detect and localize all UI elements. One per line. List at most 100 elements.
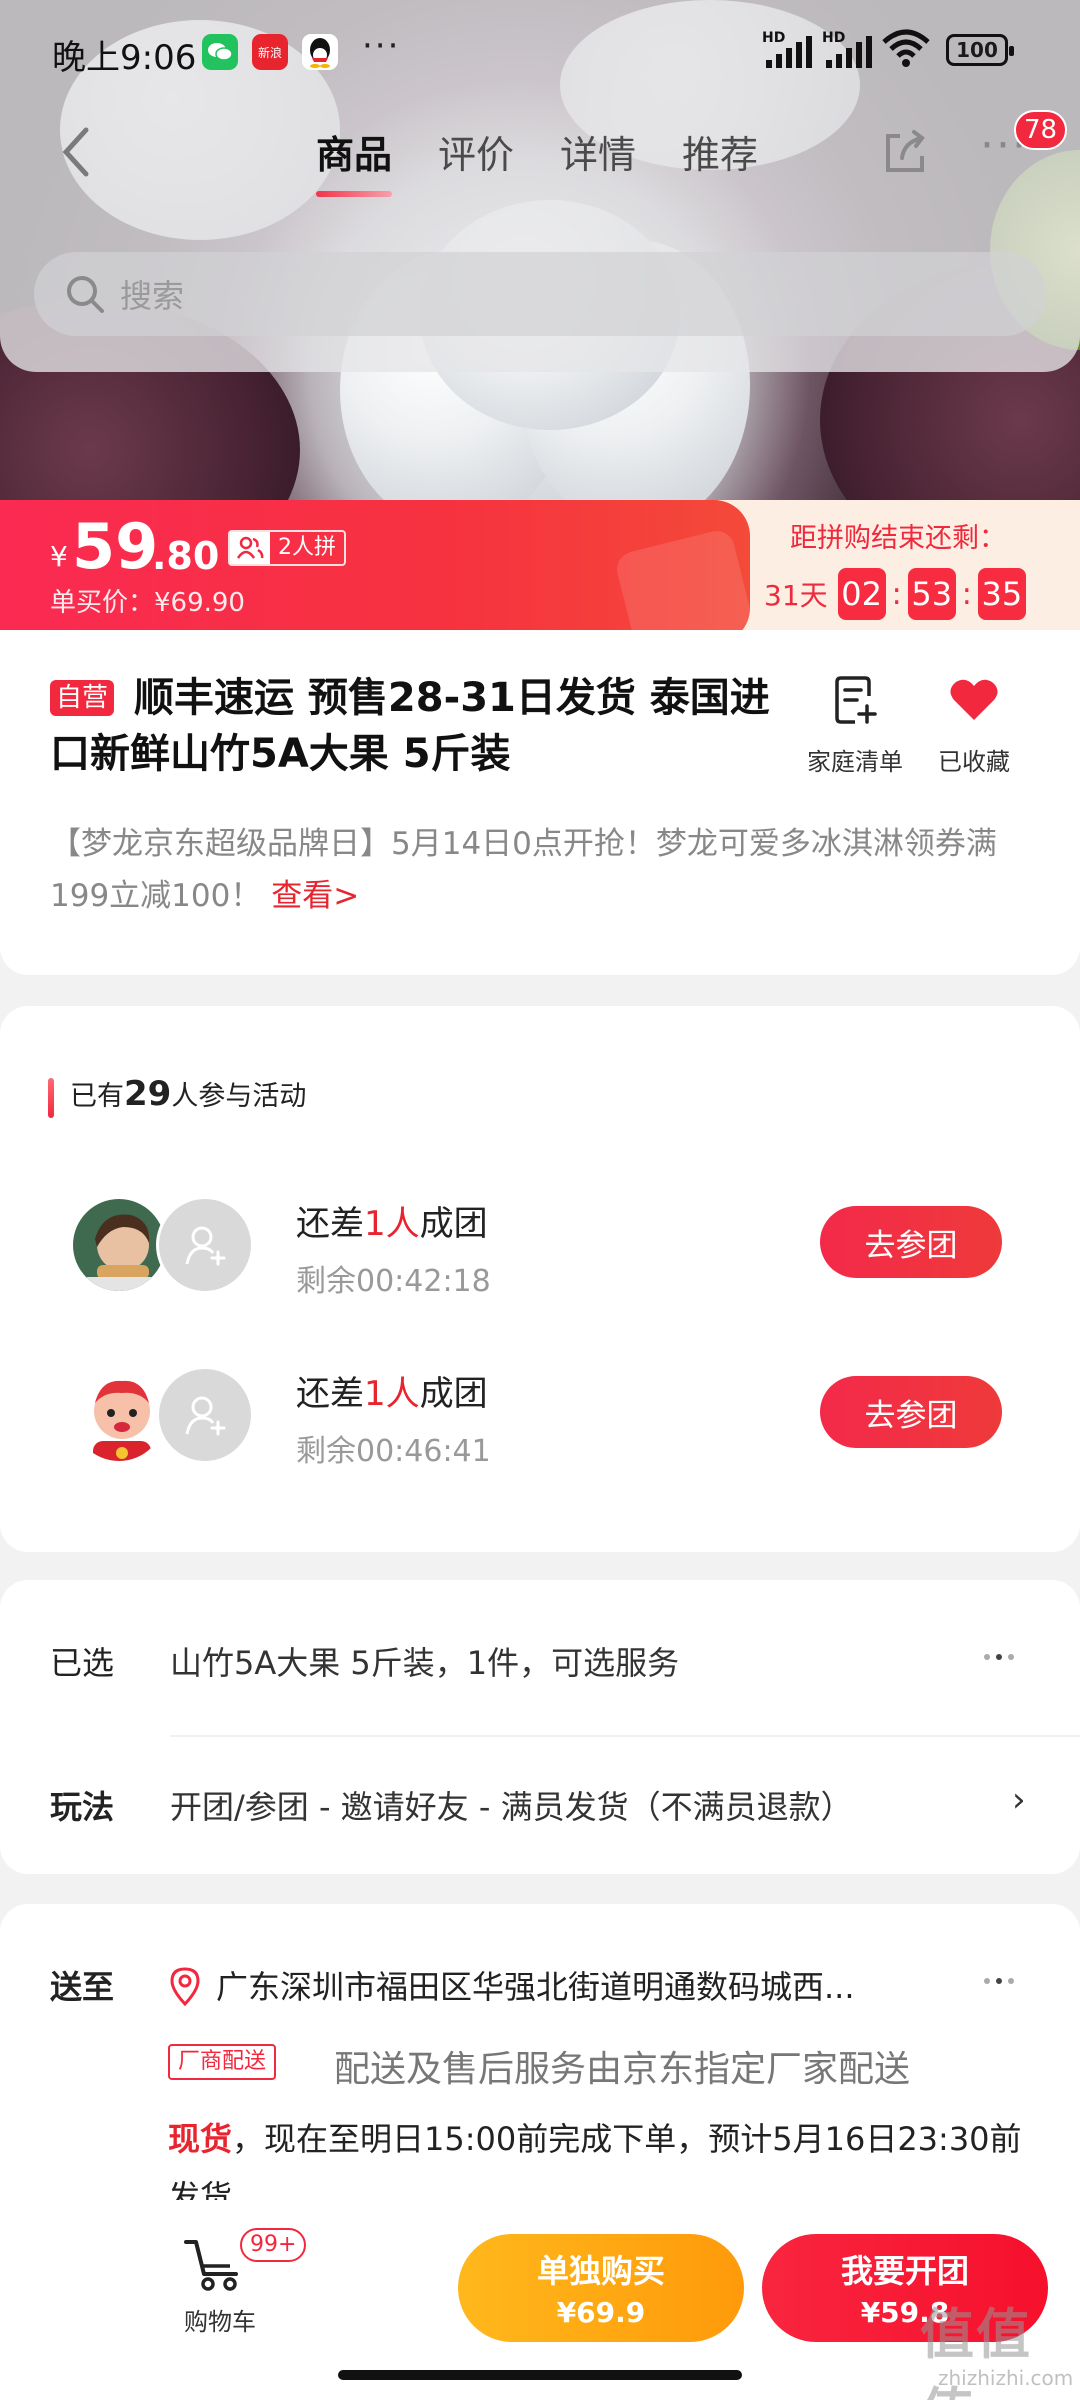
shopping-bag-icon	[613, 527, 750, 644]
need-prefix: 还差	[296, 1374, 364, 1414]
family-list-label: 家庭清单	[807, 748, 903, 776]
add-user-icon	[185, 1226, 226, 1266]
cart-badge: 99+	[240, 2228, 307, 2262]
selected-value: 山竹5A大果 5斤装，1件，可选服务	[170, 1644, 680, 1682]
location-pin-icon	[170, 1967, 200, 2006]
countdown-title: 距拼购结束还剩：	[790, 523, 1006, 554]
buy-alone-label: 单独购买	[536, 2252, 665, 2290]
single-price: 单买价：¥69.90	[50, 588, 245, 618]
cart-icon: 99+	[182, 2228, 307, 2292]
tab-details[interactable]: 详情	[560, 124, 636, 197]
promo-body: 【梦龙京东超级品牌日】5月14日0点开抢！梦龙可爱多冰淇淋领券满199立减100…	[50, 826, 997, 914]
empty-slot-avatar	[156, 1366, 254, 1464]
search-icon	[67, 276, 104, 313]
share-icon[interactable]	[880, 126, 930, 176]
family-list-button[interactable]: 家庭清单	[800, 674, 910, 777]
need-suffix: 成团	[419, 1204, 488, 1244]
stock-status: 现货	[168, 2120, 233, 2158]
heart-icon	[950, 679, 998, 720]
signal-icon-2	[826, 34, 872, 68]
price-panel: ¥ 59 .80 2人拼 单买价：¥69.90	[0, 500, 750, 644]
product-page: { "status_bar": { "time": "晚上9:06", "bat…	[0, 0, 1080, 2400]
signal-icon-1	[766, 34, 812, 68]
need-prefix: 还差	[296, 1204, 364, 1244]
buy-alone-price: ¥69.9	[556, 2296, 646, 2329]
family-list-icon	[835, 676, 877, 724]
team-remaining-time: 剩余00:46:41	[296, 1434, 491, 1469]
add-user-icon	[185, 1396, 226, 1436]
xinlang-news-icon: 新浪	[252, 34, 288, 70]
group-buy-card: 已有29人参与活动 还差1人成团 剩余00:42:18 去参团 还差1人成团 剩…	[0, 1006, 1080, 1552]
avatar	[70, 1196, 168, 1294]
countdown: 距拼购结束还剩： 31天 02 : 53 : 35	[760, 500, 1080, 644]
join-team-button[interactable]: 去参团	[820, 1376, 1002, 1448]
nav-tabs: 商品 评价 详情 推荐	[316, 124, 758, 197]
countdown-hours: 02	[837, 568, 886, 620]
manufacturer-delivery-tag: 厂商配送	[168, 2044, 277, 2080]
team-need-text: 还差1人成团	[296, 1196, 488, 1245]
top-nav: 商品 评价 详情 推荐 ··· 78	[0, 110, 1080, 200]
countdown-timer: 31天 02 : 53 : 35	[764, 568, 1026, 620]
qq-icon	[302, 34, 338, 70]
start-group-label: 我要开团	[840, 2252, 969, 2290]
price-integer: 59	[72, 510, 159, 583]
selection-card: 已选 山竹5A大果 5斤装，1件，可选服务 玩法 开团/参团 - 邀请好友 - …	[0, 1580, 1080, 1874]
countdown-seconds: 35	[977, 568, 1026, 620]
team-row: 还差1人成团 剩余00:46:41 去参团	[0, 1366, 1080, 1476]
product-info-card: 顺丰速运 预售28-31日发货 泰国进口新鲜山竹5A大果 5斤装 自营 家庭清单…	[0, 630, 1080, 975]
group-size-label: 2人拼	[278, 535, 336, 560]
self-operated-tag: 自营	[50, 680, 115, 716]
battery-icon: 100	[946, 34, 1014, 66]
wifi-icon	[882, 29, 930, 67]
price-bar: ¥ 59 .80 2人拼 单买价：¥69.90 距拼购结束还剩： 31天 02 …	[0, 500, 1080, 644]
countdown-minutes: 53	[907, 568, 956, 620]
countdown-days: 31天	[764, 579, 828, 612]
tab-product[interactable]: 商品	[316, 124, 393, 197]
chevron-right-icon[interactable]: ›	[1012, 1780, 1026, 1820]
join-team-button[interactable]: 去参团	[820, 1206, 1002, 1278]
watermark-site: zhizhizhi.com	[938, 2366, 1074, 2390]
delivery-address[interactable]: 广东深圳市福田区华强北街道明通数码城西...	[216, 1962, 855, 2008]
price-currency: ¥	[50, 540, 68, 573]
wechat-icon	[202, 34, 238, 70]
rule-label: 玩法	[50, 1788, 115, 1826]
joined-count-text: 已有29人参与活动	[70, 1074, 306, 1114]
status-more-icon: ···	[362, 26, 401, 66]
cart-label: 购物车	[184, 2308, 256, 2336]
team-need-text: 还差1人成团	[296, 1366, 488, 1415]
status-bar: 晚上9:06 新浪 ··· HD HD 100	[0, 0, 1080, 100]
deliver-to-label: 送至	[50, 1968, 115, 2006]
price-decimal: .80	[152, 534, 220, 578]
joined-prefix: 已有	[70, 1081, 124, 1112]
selected-label: 已选	[50, 1644, 115, 1682]
countdown-sep: :	[961, 576, 972, 612]
favorited-label: 已收藏	[938, 748, 1010, 776]
group-size-badge: 2人拼	[228, 530, 346, 566]
search-placeholder: 搜索	[120, 277, 185, 315]
need-count: 1人	[364, 1374, 420, 1414]
joined-count: 29	[124, 1074, 172, 1114]
product-title: 顺丰速运 预售28-31日发货 泰国进口新鲜山竹5A大果 5斤装	[50, 675, 770, 777]
section-accent	[48, 1078, 54, 1118]
manufacturer-delivery-text: 配送及售后服务由京东指定厂家配送	[334, 2049, 911, 2090]
promo-link[interactable]: 查看>	[271, 878, 359, 914]
tab-reviews[interactable]: 评价	[438, 124, 514, 197]
home-indicator[interactable]	[338, 2370, 742, 2380]
team-remaining-time: 剩余00:42:18	[296, 1264, 491, 1299]
tab-recommend[interactable]: 推荐	[682, 124, 758, 197]
group-people-icon	[230, 532, 270, 564]
more-dots-icon[interactable]	[984, 1978, 1014, 1984]
more-dots-icon[interactable]	[984, 1654, 1014, 1660]
message-badge: 78	[1014, 110, 1068, 150]
back-icon[interactable]	[56, 122, 96, 182]
favorite-button[interactable]: 已收藏	[924, 674, 1024, 777]
search-input[interactable]: 搜索	[34, 252, 1046, 336]
avatar	[70, 1366, 168, 1464]
rule-value: 开团/参团 - 邀请好友 - 满员发货（不满员退款）	[170, 1788, 853, 1826]
joined-suffix: 人参与活动	[171, 1081, 307, 1112]
promo-text: 【梦龙京东超级品牌日】5月14日0点开抢！梦龙可爱多冰淇淋领券满199立减100…	[50, 818, 1040, 922]
status-time: 晚上9:06	[52, 38, 197, 78]
cart-button[interactable]: 99+ 购物车	[150, 2228, 307, 2337]
buy-alone-button[interactable]: 单独购买 ¥69.9	[458, 2234, 744, 2342]
countdown-sep: :	[891, 576, 902, 612]
